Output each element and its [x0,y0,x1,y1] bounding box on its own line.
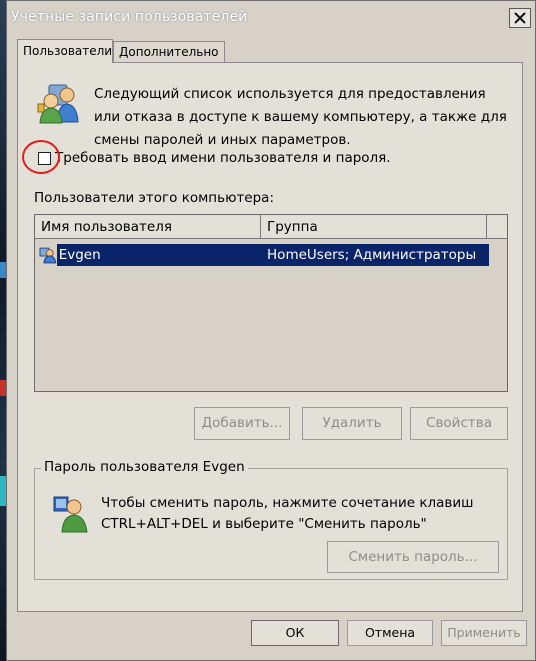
users-list[interactable]: Имя пользователя Группа Evgen HomeUsers;… [34,214,508,392]
users-list-label: Пользователи этого компьютера: [34,190,275,206]
ok-button[interactable]: ОК [251,620,339,646]
require-login-row[interactable]: Требовать ввод имени пользователя и паро… [38,150,391,166]
window-title: Учетные записи пользователей [11,9,248,25]
table-row[interactable]: Evgen HomeUsers; Администраторы [37,243,490,267]
user-accounts-dialog: Учетные записи пользователей Пользовател… [6,0,536,661]
cancel-button[interactable]: Отмена [347,620,433,646]
cell-username: Evgen [56,244,262,266]
users-tab-panel: Следующий список используется для предос… [17,62,523,612]
remove-user-button[interactable]: Удалить [302,407,402,440]
password-group: Пароль пользователя Evgen Чтобы сменить … [34,459,508,580]
column-filler [487,215,507,239]
tab-advanced[interactable]: Дополнительно [113,41,225,62]
title-bar[interactable]: Учетные записи пользователей [7,1,535,37]
user-icon [39,247,57,264]
change-password-button[interactable]: Сменить пароль... [327,541,499,573]
tab-users[interactable]: Пользователи [17,39,113,63]
cell-group: HomeUsers; Администраторы [261,244,490,266]
properties-button[interactable]: Свойства [410,407,508,440]
users-icon [37,84,79,124]
user-password-icon [53,496,88,533]
list-header: Имя пользователя Группа [35,215,507,239]
annotation-circle [22,140,60,174]
column-group[interactable]: Группа [261,215,487,239]
apply-button[interactable]: Применить [441,620,527,646]
require-login-label: Требовать ввод имени пользователя и паро… [55,150,391,166]
column-username[interactable]: Имя пользователя [35,215,261,239]
password-info-text: Чтобы сменить пароль, нажмите сочетание … [101,495,474,532]
add-user-button[interactable]: Добавить... [194,407,290,440]
password-group-title: Пароль пользователя Evgen [41,459,248,475]
close-icon [514,12,526,24]
close-button[interactable] [509,8,531,28]
intro-text: Следующий список используется для предос… [94,86,507,148]
